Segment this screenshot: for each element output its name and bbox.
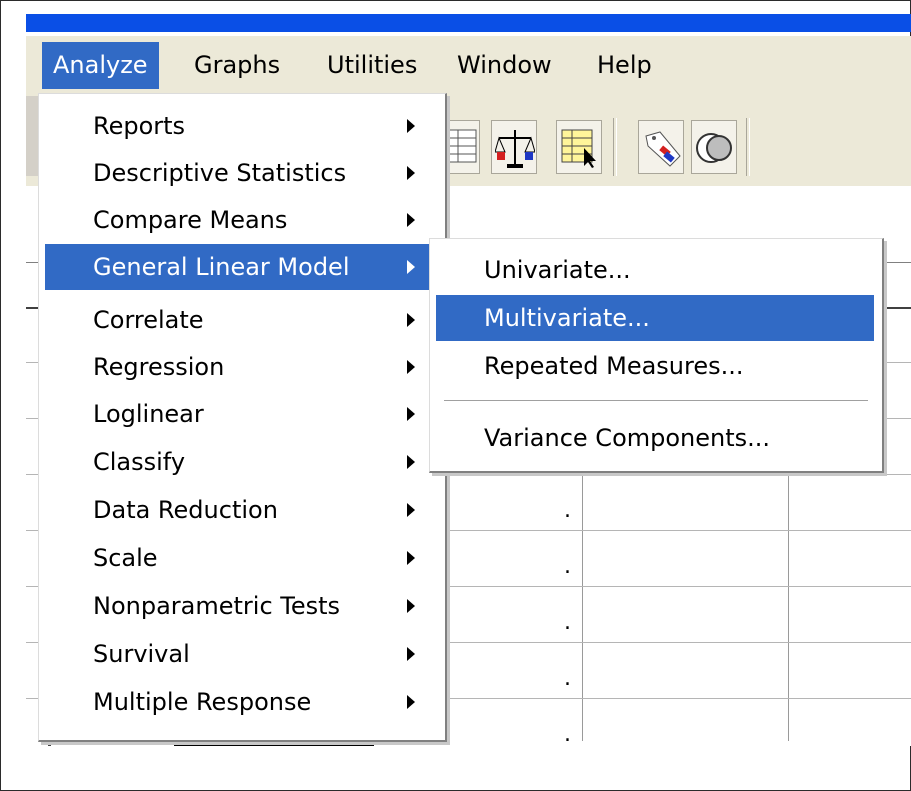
menu-utilities[interactable]: Utilities [316,42,428,89]
grid-cell-missing[interactable]: . [564,666,571,691]
submenu-arrow-icon [407,407,415,421]
submenu-arrow-icon [407,166,415,180]
menu-item-variance-components[interactable]: Variance Components... [436,415,874,461]
submenu-arrow-icon [407,695,415,709]
menu-item-label: Compare Means [93,206,288,234]
menu-item-compare-means[interactable]: Compare Means [45,197,441,243]
menu-item-label: Classify [93,448,186,476]
submenu-arrow-icon [407,503,415,517]
menu-window[interactable]: Window [446,42,563,89]
grid-cell-missing[interactable]: . [564,498,571,523]
menu-item-label: Multiple Response [93,688,312,716]
grid-cell-missing[interactable]: . [564,554,571,579]
submenu-arrow-icon [407,313,415,327]
menu-item-label: Scale [93,544,158,572]
menu-item-label: General Linear Model [93,253,350,281]
grid-cell-missing[interactable]: . [564,610,571,635]
menu-item-reports[interactable]: Reports [45,103,441,149]
scales-icon[interactable] [491,120,537,174]
menu-help[interactable]: Help [586,42,663,89]
menu-item-survival[interactable]: Survival [45,631,441,677]
menu-item-classify[interactable]: Classify [45,439,441,485]
submenu-arrow-icon [407,260,415,274]
submenu-arrow-icon [407,213,415,227]
menu-item-scale[interactable]: Scale [45,535,441,581]
use-sets-icon[interactable] [691,120,737,174]
menu-item-multivariate[interactable]: Multivariate... [436,295,874,341]
menu-item-label: Correlate [93,306,204,334]
menu-item-multiple-response[interactable]: Multiple Response [45,679,441,725]
menu-item-regression[interactable]: Regression [45,344,441,390]
menu-item-label: Data Reduction [93,496,278,524]
menu-item-label: Survival [93,640,190,668]
general-linear-model-submenu: Univariate... Multivariate... Repeated M… [429,238,884,473]
menu-item-repeated-measures[interactable]: Repeated Measures... [436,343,874,389]
data-grid-icon[interactable] [444,120,480,174]
menu-item-label: Descriptive Statistics [93,159,347,187]
menu-item-correlate[interactable]: Correlate [45,297,441,343]
analyze-menu-dropdown: Reports Descriptive Statistics Compare M… [38,93,447,742]
menu-item-label: Regression [93,353,225,381]
submenu-arrow-icon [407,455,415,469]
table-cursor-icon[interactable] [556,120,602,174]
submenu-arrow-icon [407,119,415,133]
menu-graphs[interactable]: Graphs [183,42,291,89]
menu-bar: Analyze Graphs Utilities Window Help [26,36,911,97]
submenu-arrow-icon [407,551,415,565]
menu-item-label: Loglinear [93,400,204,428]
menu-item-univariate[interactable]: Univariate... [436,247,874,293]
submenu-arrow-icon [407,647,415,661]
menu-item-general-linear-model[interactable]: General Linear Model [45,244,441,290]
menu-separator [444,400,868,402]
menu-item-nonparametric-tests[interactable]: Nonparametric Tests [45,583,441,629]
submenu-arrow-icon [407,599,415,613]
menu-item-loglinear[interactable]: Loglinear [45,391,441,437]
menu-analyze[interactable]: Analyze [42,42,159,89]
title-bar[interactable] [26,14,911,32]
grid-cell-missing[interactable]: . [564,722,571,747]
menu-item-label: Nonparametric Tests [93,592,341,620]
menu-item-data-reduction[interactable]: Data Reduction [45,487,441,533]
value-labels-tag-icon[interactable] [638,120,684,174]
menu-item-descriptive-statistics[interactable]: Descriptive Statistics [45,150,441,196]
menu-item-label: Reports [93,112,186,140]
submenu-arrow-icon [407,360,415,374]
